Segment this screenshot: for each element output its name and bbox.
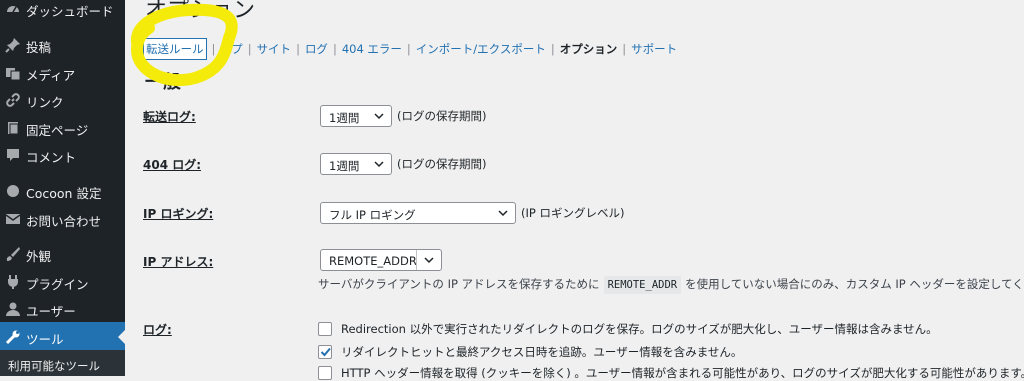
ip-address-description: サーバがクライアントの IP アドレスを保存するために REMOTE_ADDR を使… <box>318 276 1024 294</box>
tab-options[interactable]: オプション <box>560 41 618 57</box>
log-option-external[interactable]: Redirection 以外で実行されたリダイレクトのログを保存。ログのサイズが… <box>318 321 938 337</box>
sidebar-item-label: プラグイン <box>26 277 89 292</box>
desc-code: REMOTE_ADDR <box>603 276 682 294</box>
sidebar-item-label: コメント <box>26 150 77 165</box>
tab-separator: | <box>332 42 337 56</box>
checkmark-icon <box>320 347 331 357</box>
page-title: オプション <box>145 0 256 23</box>
redirect-log-value: 1週間 <box>329 111 360 125</box>
admin-sidebar: ダッシュボード 投稿 メディア リンク 固定ページ コメント Cocoon 設定… <box>0 0 125 376</box>
sidebar-item-users[interactable]: ユーザー <box>0 296 125 322</box>
desc-text-before: サーバがクライアントの IP アドレスを保存するために <box>318 277 600 291</box>
sidebar-item-cocoon[interactable]: Cocoon 設定 <box>0 178 125 204</box>
link-icon <box>4 91 22 109</box>
sidebar-item-label: 外観 <box>26 249 52 264</box>
redirect-log-select[interactable]: 1週間 <box>320 105 392 127</box>
tab-separator: | <box>550 42 555 56</box>
log-option-text: HTTP ヘッダー情報を取得 (クッキーを除く) 。ユーザー情報が含まれる可能性… <box>341 366 1024 380</box>
tab-404[interactable]: 404 エラー <box>342 41 402 57</box>
mail-icon <box>4 210 22 228</box>
ip-logging-select[interactable]: フル IP ロギング <box>320 202 516 224</box>
chevron-down-icon <box>374 161 384 168</box>
log-option-text: リダイレクトヒットと最終アクセス日時を追跡。ユーザー情報を含みません。 <box>341 345 743 359</box>
redirect-log-hint: (ログの保存期間) <box>397 109 487 123</box>
tab-groups[interactable]: ープ <box>220 41 242 57</box>
sidebar-item-dashboard[interactable]: ダッシュボード <box>0 0 125 22</box>
ip-logging-label: IP ロギング: <box>143 207 214 221</box>
page-icon <box>4 119 22 137</box>
current-menu-arrow <box>118 330 125 344</box>
redirect-log-label: 転送ログ: <box>143 110 196 124</box>
tab-separator: | <box>247 42 252 56</box>
ip-address-select[interactable]: REMOTE_ADDR <box>320 249 442 271</box>
sidebar-item-pages[interactable]: 固定ページ <box>0 115 125 141</box>
wrench-icon <box>4 328 22 346</box>
log-option-track-hits[interactable]: リダイレクトヒットと最終アクセス日時を追跡。ユーザー情報を含みません。 <box>318 344 742 360</box>
sidebar-submenu: 利用可能なツール <box>0 350 125 376</box>
sidebar-item-label: お問い合わせ <box>26 214 102 229</box>
sidebar-item-label: ツール <box>26 332 64 347</box>
brush-icon <box>4 245 22 263</box>
tab-support[interactable]: サポート <box>631 41 677 57</box>
sidebar-item-media[interactable]: メディア <box>0 60 125 86</box>
section-heading: 一般 <box>145 72 181 93</box>
tab-separator: | <box>211 42 216 56</box>
log-404-select[interactable]: 1週間 <box>320 153 392 175</box>
media-icon <box>4 64 22 82</box>
log-404-label: 404 ログ: <box>143 158 202 172</box>
sidebar-item-contact[interactable]: お問い合わせ <box>0 206 125 232</box>
sidebar-item-appearance[interactable]: 外観 <box>0 241 125 267</box>
ip-logging-hint: (IP ロギングレベル) <box>521 206 625 220</box>
circle-icon <box>4 182 22 200</box>
sidebar-item-label: リンク <box>26 95 64 110</box>
log-404-hint: (ログの保存期間) <box>397 157 487 171</box>
sidebar-item-label: 投稿 <box>26 40 52 55</box>
tab-separator: | <box>622 42 627 56</box>
log-option-http-headers[interactable]: HTTP ヘッダー情報を取得 (クッキーを除く) 。ユーザー情報が含まれる可能性… <box>318 365 1024 381</box>
tab-separator: | <box>296 42 300 56</box>
checkbox[interactable] <box>318 366 332 380</box>
user-icon <box>4 300 22 318</box>
sidebar-item-label: メディア <box>26 68 76 83</box>
sidebar-item-label: ダッシュボード <box>26 4 114 19</box>
chevron-down-icon <box>498 210 508 217</box>
checkbox-checked[interactable] <box>318 345 332 359</box>
tab-separator: | <box>406 42 411 56</box>
ip-address-label: IP アドレス: <box>143 255 214 269</box>
checkbox[interactable] <box>318 322 332 336</box>
comment-icon <box>4 146 22 164</box>
plugin-icon <box>4 273 22 291</box>
sidebar-item-plugins[interactable]: プラグイン <box>0 269 125 295</box>
select-divider <box>416 250 417 270</box>
sidebar-item-label: ユーザー <box>26 304 76 319</box>
logs-label: ログ: <box>143 323 172 337</box>
tab-log[interactable]: ログ <box>305 41 328 57</box>
chevron-down-icon <box>424 257 434 264</box>
sidebar-item-comments[interactable]: コメント <box>0 142 125 168</box>
tab-redirects[interactable]: 転送ルール <box>143 38 207 60</box>
pin-icon <box>4 36 22 54</box>
sidebar-item-label: Cocoon 設定 <box>26 186 102 201</box>
sidebar-item-tools[interactable]: ツール <box>0 322 125 352</box>
chevron-down-icon <box>374 113 384 120</box>
tab-site[interactable]: サイト <box>257 41 292 57</box>
dashboard-icon <box>4 0 22 18</box>
log-option-text: Redirection 以外で実行されたリダイレクトのログを保存。ログのサイズが… <box>341 322 938 336</box>
submenu-item-available-tools[interactable]: 利用可能なツール <box>8 358 100 374</box>
desc-text-after: を使用していない場合にのみ、カスタム IP ヘッダーを設定してくださ <box>685 277 1024 291</box>
log-404-value: 1週間 <box>329 159 360 173</box>
ip-address-value: REMOTE_ADDR <box>329 254 417 268</box>
sidebar-item-posts[interactable]: 投稿 <box>0 32 125 58</box>
sidebar-item-links[interactable]: リンク <box>0 87 125 113</box>
ip-logging-value: フル IP ロギング <box>329 208 416 222</box>
sidebar-item-label: 固定ページ <box>26 123 89 138</box>
main-content: オプション 転送ルール | ープ | サイト | ログ | 404 エラー | … <box>125 0 1024 380</box>
tab-import-export[interactable]: インポート/エクスポート <box>416 41 546 57</box>
tab-nav: 転送ルール | ープ | サイト | ログ | 404 エラー | インポート/… <box>143 38 677 60</box>
